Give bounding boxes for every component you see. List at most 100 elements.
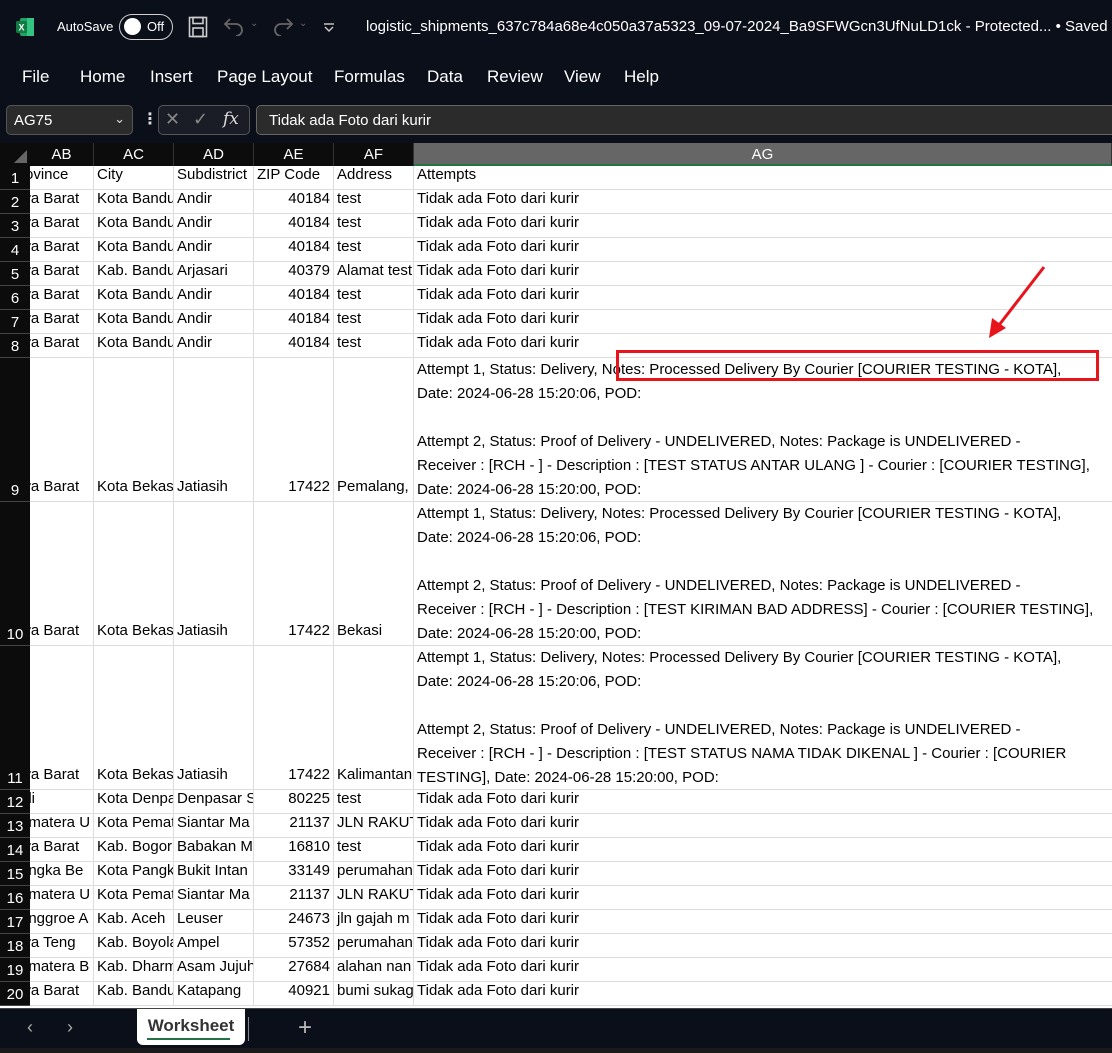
cell-af[interactable]: test [334,790,414,814]
cell-ab[interactable]: umatera B [30,958,94,982]
cell-ae[interactable]: 40184 [254,238,334,262]
row-header[interactable]: 8 [0,334,30,358]
cell-af[interactable]: JLN RAKUT [334,886,414,910]
customize-toolbar-icon[interactable] [323,22,335,34]
cell-af[interactable]: Address [334,166,414,190]
row-header[interactable]: 14 [0,838,30,862]
name-box[interactable]: AG75 ⌄ [6,105,133,135]
menu-home[interactable]: Home [80,67,125,87]
cell-af[interactable]: perumahan [334,934,414,958]
redo-dropdown-icon[interactable]: ⌄ [299,18,307,29]
cell-ab[interactable]: wa Barat [30,646,94,790]
row-header[interactable]: 9 [0,358,30,502]
cell-ag[interactable]: Attempt 1, Status: Delivery, Notes: Proc… [414,502,1112,646]
cell-ab[interactable]: wa Barat [30,502,94,646]
menu-data[interactable]: Data [427,67,463,87]
row-header[interactable]: 7 [0,310,30,334]
cell-af[interactable]: test [334,286,414,310]
column-header-af[interactable]: AF [334,143,414,166]
row-header[interactable]: 4 [0,238,30,262]
cell-af[interactable]: JLN RAKUT [334,814,414,838]
cell-ac[interactable]: Kota Pematang [94,886,174,910]
cell-ac[interactable]: Kota Pematang [94,814,174,838]
row-header[interactable]: 15 [0,862,30,886]
row-header[interactable]: 5 [0,262,30,286]
cell-ad[interactable]: Andir [174,238,254,262]
cell-ad[interactable]: Denpasar S [174,790,254,814]
cell-ad[interactable]: Babakan M [174,838,254,862]
scroll-tabs-right-icon[interactable]: › [67,1017,73,1038]
cell-af[interactable]: perumahan [334,862,414,886]
cell-ad[interactable]: Jatiasih [174,502,254,646]
cell-ae[interactable]: 80225 [254,790,334,814]
cell-ae[interactable]: 40184 [254,286,334,310]
cell-ab[interactable]: wa Barat [30,310,94,334]
cell-ac[interactable]: Kota Bandung [94,334,174,358]
cell-ag[interactable]: Tidak ada Foto dari kurir [414,982,1112,1006]
cell-ae[interactable]: ZIP Code [254,166,334,190]
cell-ac[interactable]: Kota Bekasi [94,358,174,502]
sheet-tab-worksheet[interactable]: Worksheet [137,1009,245,1045]
spreadsheet-grid[interactable]: AB AC AD AE AF AG 1rovince City Subdistric… [0,143,1112,1008]
cell-ac[interactable]: Kota Denpasar [94,790,174,814]
cell-af[interactable]: test [334,334,414,358]
cell-af[interactable]: Pemalang, [334,358,414,502]
cell-ad[interactable]: Andir [174,286,254,310]
cell-ad[interactable]: Andir [174,310,254,334]
cell-ab[interactable]: wa Barat [30,238,94,262]
cell-ae[interactable]: 24673 [254,910,334,934]
cell-ad[interactable]: Andir [174,214,254,238]
cell-ac[interactable]: Kota Bandung [94,214,174,238]
cell-ac[interactable]: Kab. Aceh [94,910,174,934]
cell-ad[interactable]: Siantar Ma [174,886,254,910]
cell-af[interactable]: test [334,310,414,334]
row-header[interactable]: 20 [0,982,30,1006]
row-header[interactable]: 12 [0,790,30,814]
insert-function-icon[interactable]: fx [223,109,239,129]
cell-ad[interactable]: Bukit Intan [174,862,254,886]
cell-ad[interactable]: Katapang [174,982,254,1006]
scroll-tabs-left-icon[interactable]: ‹ [27,1017,33,1038]
row-header[interactable]: 10 [0,502,30,646]
row-header[interactable]: 11 [0,646,30,790]
add-sheet-button[interactable]: + [298,1014,312,1042]
cell-ab[interactable]: wa Barat [30,334,94,358]
cell-ae[interactable]: 17422 [254,358,334,502]
cell-ad[interactable]: Asam Jujuh [174,958,254,982]
cell-ad[interactable]: Andir [174,334,254,358]
cell-ae[interactable]: 40184 [254,214,334,238]
more-options-icon[interactable]: ⋮ [142,109,158,129]
cell-ae[interactable]: 57352 [254,934,334,958]
cell-ac[interactable]: Kab. Bogor [94,838,174,862]
save-icon[interactable] [188,16,208,38]
cell-ac[interactable]: City [94,166,174,190]
chevron-down-icon[interactable]: ⌄ [114,111,125,127]
cell-ab[interactable]: wa Barat [30,286,94,310]
cell-ab[interactable]: umatera U [30,814,94,838]
cell-ae[interactable]: 40921 [254,982,334,1006]
cell-ad[interactable]: Jatiasih [174,646,254,790]
cell-ab[interactable]: wa Barat [30,214,94,238]
cell-af[interactable]: Alamat test [334,262,414,286]
cell-ae[interactable]: 21137 [254,886,334,910]
menu-help[interactable]: Help [624,67,659,87]
cell-ad[interactable]: Andir [174,190,254,214]
column-header-ac[interactable]: AC [94,143,174,166]
cell-ac[interactable]: Kota Bekasi [94,646,174,790]
cell-ad[interactable]: Arjasari [174,262,254,286]
cell-ac[interactable]: Kab. Bandung [94,982,174,1006]
cell-ae[interactable]: 17422 [254,646,334,790]
cell-ab[interactable]: angka Be [30,862,94,886]
cell-af[interactable]: test [334,238,414,262]
cell-ac[interactable]: Kota Bandung [94,310,174,334]
cell-ae[interactable]: 27684 [254,958,334,982]
menu-page-layout[interactable]: Page Layout [217,67,312,87]
row-header[interactable]: 1 [0,166,30,190]
cell-ae[interactable]: 16810 [254,838,334,862]
cell-ad[interactable]: Ampel [174,934,254,958]
row-header[interactable]: 2 [0,190,30,214]
column-header-ad[interactable]: AD [174,143,254,166]
cell-ae[interactable]: 40379 [254,262,334,286]
cell-ac[interactable]: Kota Bandung [94,190,174,214]
cell-ac[interactable]: Kota Bandung [94,286,174,310]
